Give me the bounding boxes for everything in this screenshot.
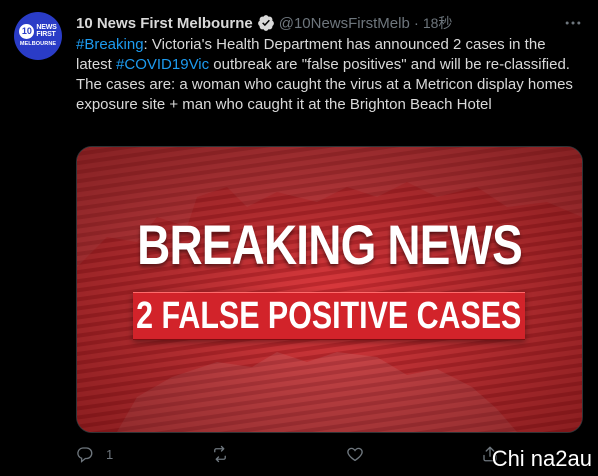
tweet-header: 10 News First Melbourne @10NewsFirstMelb… <box>76 13 452 33</box>
media-subheadline: 2 FALSE POSITIVE CASES <box>136 295 522 337</box>
more-icon <box>565 21 581 25</box>
heart-icon <box>347 447 363 462</box>
avatar-city: MELBOURNE <box>19 40 57 47</box>
hashtag-breaking[interactable]: #Breaking <box>76 36 144 53</box>
media-background <box>77 147 582 432</box>
more-options-button[interactable] <box>562 12 584 34</box>
separator-dot: · <box>413 14 419 32</box>
tweet[interactable]: 10 NEWS FIRST MELBOURNE 10 News First Me… <box>0 0 598 476</box>
verified-badge-icon <box>257 15 274 31</box>
avatar-logo-text-1: NEWS <box>36 24 57 31</box>
hashtag-covid19vic[interactable]: #COVID19Vic <box>116 56 209 73</box>
reply-icon <box>77 447 93 463</box>
retweet-button[interactable] <box>211 442 229 466</box>
like-button[interactable] <box>346 442 364 466</box>
media-subheadline-banner: 2 FALSE POSITIVE CASES <box>133 292 525 340</box>
avatar-logo: 10 NEWS FIRST <box>19 23 57 39</box>
tweet-media-image[interactable]: BREAKING NEWS 2 FALSE POSITIVE CASES <box>76 146 583 433</box>
avatar-logo-number: 10 <box>19 23 35 39</box>
media-headline: BREAKING NEWS <box>137 213 523 276</box>
retweet-icon <box>214 445 226 463</box>
reply-count: 1 <box>106 446 114 462</box>
handle[interactable]: @10NewsFirstMelb <box>279 15 410 32</box>
avatar[interactable]: 10 NEWS FIRST MELBOURNE <box>14 12 62 60</box>
watermark: Chi na2au <box>491 446 592 471</box>
tweet-text: #Breaking: Victoria's Health Department … <box>76 35 581 115</box>
tweet-text-part-2: outbreak are "false positives" and will … <box>209 56 570 73</box>
tweet-paragraph-1: #Breaking: Victoria's Health Department … <box>76 35 581 75</box>
avatar-logo-text-2: FIRST <box>36 31 56 38</box>
timestamp[interactable]: 18秒 <box>423 13 453 33</box>
reply-button[interactable]: 1 <box>76 442 113 466</box>
tweet-paragraph-2: The cases are: a woman who caught the vi… <box>76 76 573 113</box>
display-name[interactable]: 10 News First Melbourne <box>76 15 253 32</box>
